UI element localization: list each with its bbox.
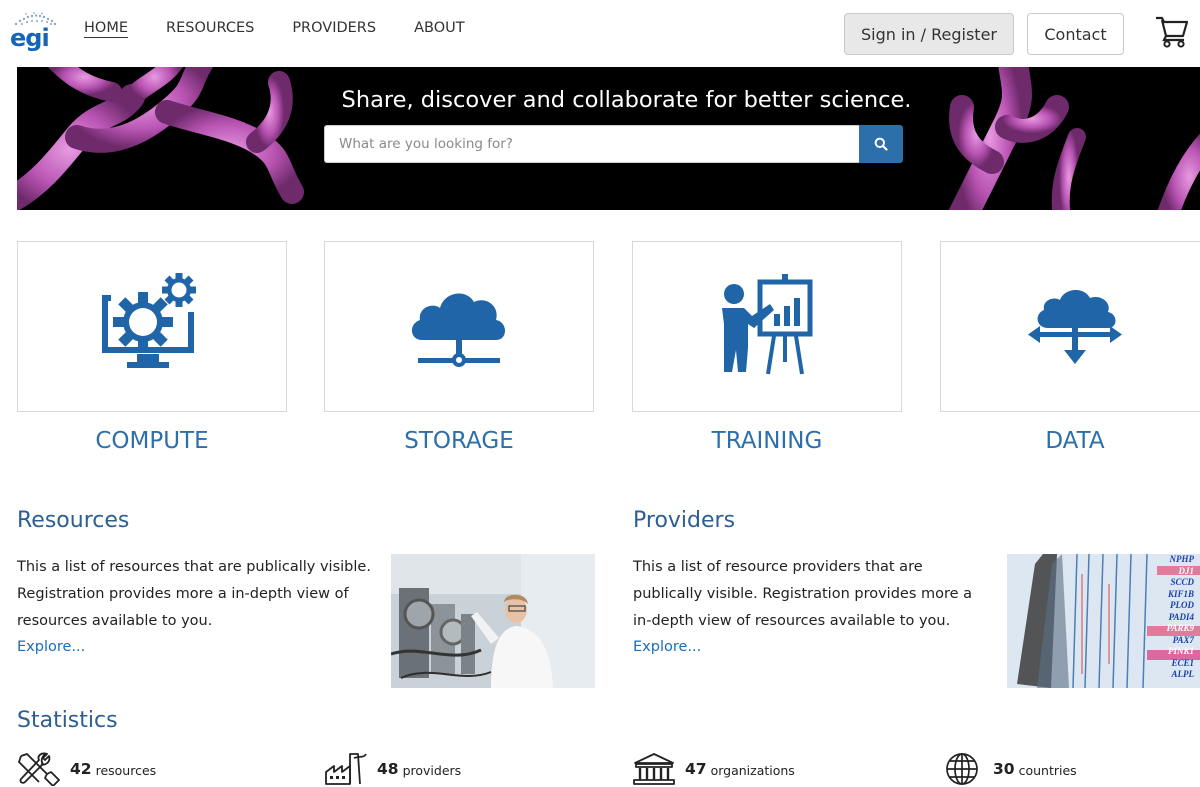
gene-label: KIF1B [1167,588,1194,599]
cloud-data-transfer-icon [1028,289,1122,364]
gene-label: PADI4 [1168,611,1194,622]
compute-gears-monitor-icon [102,272,196,368]
gene-label: ECE1 [1171,657,1194,668]
gene-label: PINK1 [1167,646,1194,656]
nav-providers[interactable]: PROVIDERS [292,20,376,36]
gene-label: DJ1 [1178,565,1195,576]
gene-label: SCCD [1170,577,1194,587]
sign-in-register-button[interactable]: Sign in / Register [844,13,1014,55]
gene-label: PAX7 [1172,634,1194,645]
stat-organizations: 47 organizations [632,752,795,786]
cloud-storage-icon [411,292,505,367]
nav-about[interactable]: ABOUT [414,20,465,36]
countries-count: 30 [993,760,1015,778]
gene-label: NPHP [1169,554,1195,564]
compute-label[interactable]: COMPUTE [17,428,287,454]
providers-description: This a list of resource providers that a… [633,559,973,629]
lab-scientist-image [391,554,595,688]
main-nav: HOME RESOURCES PROVIDERS ABOUT [84,20,503,36]
statistics-heading: Statistics [17,708,118,733]
nav-resources[interactable]: RESOURCES [166,20,254,36]
search-icon [874,137,888,151]
gene-label: ALPL [1171,669,1195,679]
stat-countries: 30 countries [940,752,1077,786]
resources-description: This a list of resources that are public… [17,559,371,629]
logo-text: egi [10,24,50,52]
header: egi HOME RESOURCES PROVIDERS ABOUT Sign … [0,0,1200,67]
resources-explore-link[interactable]: Explore... [17,639,85,655]
training-tile[interactable] [632,241,902,412]
hero-banner: Share, discover and collaborate for bett… [17,67,1200,210]
globe-icon [946,753,978,785]
resources-count: 42 [70,760,92,778]
factory-icon [325,753,367,785]
training-label[interactable]: TRAINING [632,428,902,454]
gene-label: PLOD [1170,600,1194,610]
presentation-training-icon [722,273,813,374]
storage-tile[interactable] [324,241,594,412]
organizations-count: 47 [685,760,707,778]
search-input[interactable] [324,125,859,163]
nav-home[interactable]: HOME [84,20,128,36]
storage-label[interactable]: STORAGE [324,428,594,454]
contact-button[interactable]: Contact [1027,13,1124,55]
providers-count-label: providers [402,762,462,778]
shopping-cart-icon[interactable] [1154,14,1190,48]
tools-icon [18,752,60,786]
providers-explore-link[interactable]: Explore... [633,639,701,655]
compute-tile[interactable] [17,241,287,412]
gene-labels: NPHP DJ1 SCCD KIF1B PLOD PADI4 PARK9 PAX… [1167,554,1194,681]
resources-heading: Resources [17,508,130,533]
institution-building-icon [633,753,675,785]
resources-lab-image[interactable] [391,554,595,688]
gene-label: PARK9 [1166,623,1194,633]
organizations-count-label: organizations [710,762,795,778]
countries-count-label: countries [1018,762,1077,778]
search-button[interactable] [859,125,903,163]
providers-genome-image[interactable]: NPHP DJ1 SCCD KIF1B PLOD PADI4 PARK9 PAX… [1007,554,1200,688]
providers-heading: Providers [633,508,736,533]
stat-resources: 42 resources [17,752,156,786]
stat-providers: 48 providers [324,752,461,786]
providers-count: 48 [377,760,399,778]
resources-count-label: resources [95,762,157,778]
hero-search [324,125,903,163]
data-label[interactable]: DATA [940,428,1200,454]
hero-title: Share, discover and collaborate for bett… [341,87,912,113]
egi-logo[interactable]: egi [10,12,60,52]
data-tile[interactable] [940,241,1200,412]
